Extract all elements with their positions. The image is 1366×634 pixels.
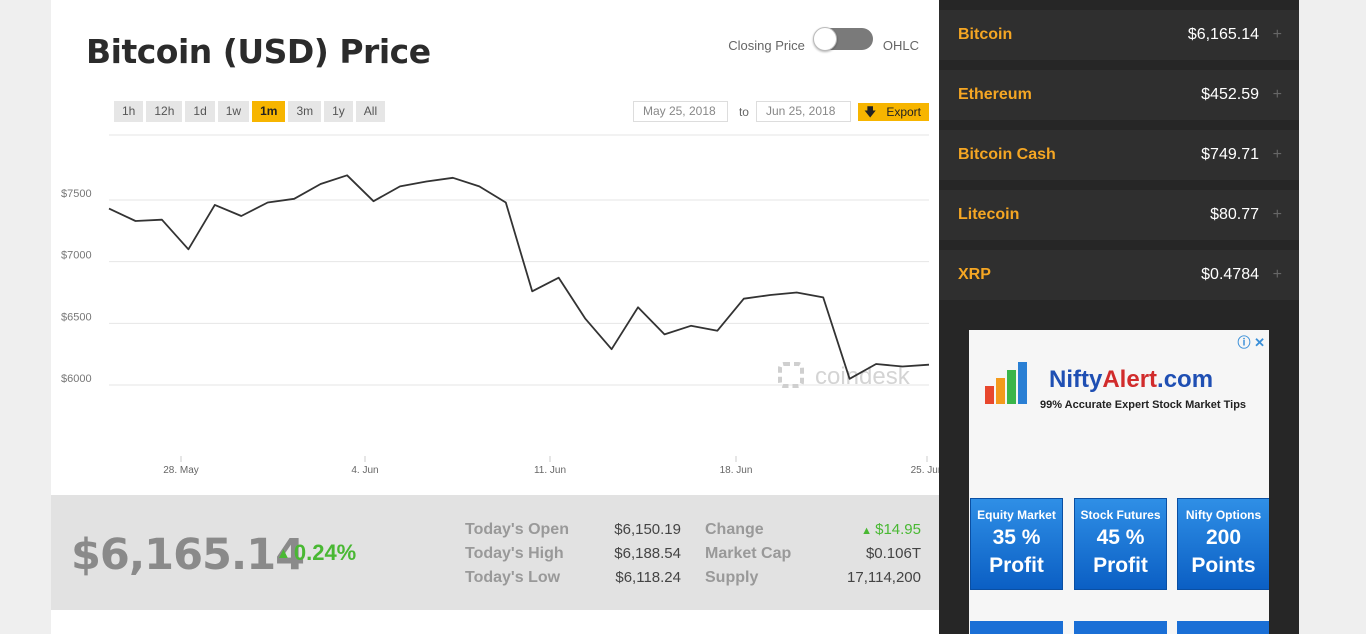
date-to-input[interactable]: Jun 25, 2018 (755, 101, 851, 122)
ad-tile-equity[interactable]: Equity Market 35 % Profit (970, 498, 1063, 590)
tile-line2: Profit (989, 554, 1044, 577)
change-up-icon: ▲ (861, 525, 876, 537)
up-triangle-icon: ▲ (276, 545, 291, 562)
coindesk-logo-icon (778, 362, 804, 388)
date-controls: May 25, 2018 to Jun 25, 2018 🡇 Export (632, 101, 929, 122)
ad-tile-partial[interactable] (970, 621, 1063, 634)
coin-name: Litecoin (958, 206, 1020, 223)
tile-line2: Points (1191, 554, 1256, 577)
price-change-percent: ▲ 0.24% (276, 540, 356, 566)
ad-info-close-icon[interactable]: ⓘ ✕ (1237, 332, 1265, 351)
expand-plus-icon[interactable]: + (1273, 266, 1282, 284)
stats-panel: $6,165.14 ▲ 0.24% Today's Open $6,150.19 … (51, 495, 939, 610)
watermark-text: coindesk (815, 363, 911, 390)
mode-switch[interactable] (812, 27, 873, 51)
change-label: Change (705, 521, 764, 538)
y-tick-label: $6000 (61, 373, 92, 385)
coin-row-bitcoin-cash[interactable]: Bitcoin Cash $749.71 + (939, 130, 1299, 180)
range-3m[interactable]: 3m (288, 101, 322, 122)
coin-price: $749.71 (1201, 146, 1259, 163)
ad-tile-partial[interactable] (1177, 621, 1269, 634)
ad-tagline: 99% Accurate Expert Stock Market Tips (1040, 399, 1247, 411)
bar-chart-logo-icon (985, 362, 1027, 404)
x-tick-label: 28. May (163, 465, 199, 476)
export-button[interactable]: 🡇 Export (857, 102, 929, 121)
x-tick-label: 25. Jun (911, 465, 939, 476)
change-percent-value: 0.24% (293, 540, 357, 565)
y-tick-label: $7000 (61, 250, 92, 262)
ad-tile-options[interactable]: Nifty Options 200 Points (1177, 498, 1269, 590)
coin-row-litecoin[interactable]: Litecoin $80.77 + (939, 190, 1299, 240)
brand-part: Nifty (1049, 366, 1103, 393)
advertisement[interactable]: ⓘ ✕ NiftyAlert.com 99% Accurate Expert S… (969, 330, 1269, 634)
supply-value: 17,114,200 (847, 569, 921, 586)
date-from-input[interactable]: May 25, 2018 (632, 101, 728, 122)
date-to-label: to (738, 104, 749, 119)
coin-price: $0.4784 (1201, 266, 1259, 283)
tile-title: Stock Futures (1080, 508, 1161, 522)
coin-row-bitcoin[interactable]: Bitcoin $6,165.14 + (939, 10, 1299, 60)
brand-part: Alert (1102, 366, 1158, 393)
chart-mode-toggle: Closing Price OHLC (728, 27, 919, 56)
switch-knob[interactable] (812, 27, 837, 51)
export-label: Export (886, 104, 921, 119)
expand-plus-icon[interactable]: + (1273, 26, 1282, 44)
tile-line1: 35 % (992, 526, 1041, 549)
current-price: $6,165.14 (71, 530, 305, 580)
change-amount: $14.95 (875, 521, 921, 538)
supply-label: Supply (705, 569, 759, 586)
coin-row-ethereum[interactable]: Ethereum $452.59 + (939, 70, 1299, 120)
expand-plus-icon[interactable]: + (1273, 86, 1282, 104)
range-selector: 1h 12h 1d 1w 1m 3m 1y All (114, 101, 388, 122)
range-1m[interactable]: 1m (252, 101, 286, 122)
download-arrow-icon: 🡇 (863, 104, 877, 119)
market-cap-value: $0.106T (865, 545, 921, 562)
x-tick-label: 4. Jun (351, 465, 378, 476)
ohlc-label: OHLC (882, 37, 919, 53)
page-title: Bitcoin (USD) Price (86, 32, 431, 71)
closing-price-label: Closing Price (728, 37, 805, 53)
brand-part: .com (1157, 366, 1214, 393)
ad-tile-partial[interactable] (1074, 621, 1167, 634)
market-cap-label: Market Cap (705, 545, 792, 562)
coin-name: Ethereum (958, 86, 1032, 103)
todays-open-label: Today's Open (465, 521, 569, 538)
coin-name: Bitcoin Cash (958, 146, 1056, 163)
range-1w[interactable]: 1w (217, 101, 250, 122)
coin-price: $80.77 (1210, 206, 1259, 223)
change-value: ▲ $14.95 (821, 521, 921, 538)
coin-name: Bitcoin (958, 26, 1013, 43)
tile-line2: Profit (1093, 554, 1148, 577)
tile-line1: 45 % (1096, 526, 1145, 549)
price-chart[interactable]: $7500 $7000 $6500 $6000 28. May 4. Jun 11. Jun… (51, 130, 939, 480)
range-12h[interactable]: 12h (146, 101, 183, 122)
coin-row-xrp[interactable]: XRP $0.4784 + (939, 250, 1299, 300)
price-line (108, 174, 930, 380)
range-1h[interactable]: 1h (114, 101, 144, 122)
range-all[interactable]: All (355, 101, 386, 122)
tile-title: Nifty Options (1185, 508, 1262, 522)
ad-tile-futures[interactable]: Stock Futures 45 % Profit (1074, 498, 1167, 590)
y-tick-label: $7500 (61, 188, 92, 200)
expand-plus-icon[interactable]: + (1273, 146, 1282, 164)
tile-line1: 200 (1205, 526, 1242, 549)
todays-low-value: $6,118.24 (615, 569, 681, 586)
x-tick-label: 18. Jun (720, 465, 753, 476)
range-1d[interactable]: 1d (185, 101, 215, 122)
todays-open-value: $6,150.19 (614, 521, 681, 538)
range-1y[interactable]: 1y (324, 101, 353, 122)
coin-name: XRP (958, 266, 991, 283)
x-tick-label: 11. Jun (534, 465, 566, 476)
todays-high-label: Today's High (465, 545, 564, 562)
y-tick-label: $6500 (61, 311, 92, 323)
ad-brand: NiftyAlert.com (1049, 366, 1213, 394)
expand-plus-icon[interactable]: + (1273, 206, 1282, 224)
coin-price: $452.59 (1201, 86, 1259, 103)
todays-high-value: $6,188.54 (614, 545, 681, 562)
tile-title: Equity Market (977, 508, 1056, 522)
coin-price: $6,165.14 (1187, 26, 1259, 43)
price-card: Bitcoin (USD) Price Closing Price OHLC 1… (51, 0, 939, 634)
todays-low-label: Today's Low (465, 569, 561, 586)
